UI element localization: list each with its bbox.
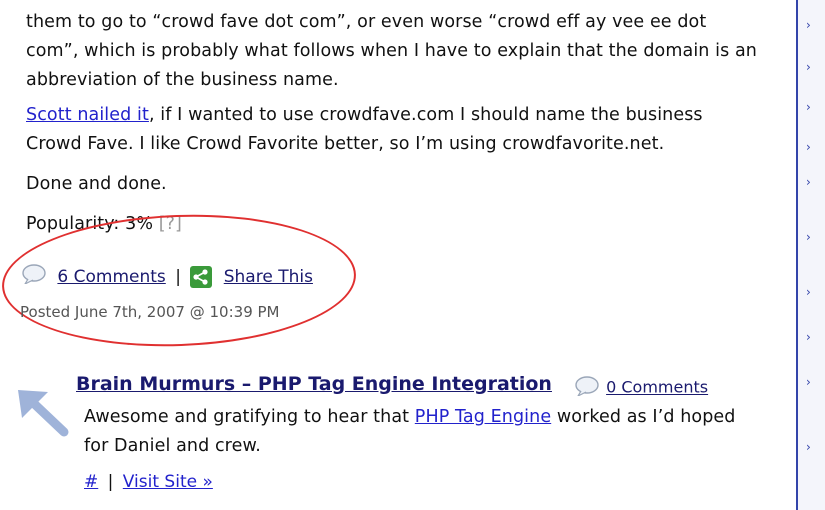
arrow-up-left-icon [14, 386, 70, 442]
share-this-link[interactable]: Share This [224, 267, 313, 287]
chevron-right-icon[interactable]: › [806, 60, 811, 74]
tumblelog-body-line-2: for Daniel and crew. [84, 436, 261, 456]
post-paragraph-2: Scott nailed it, if I wanted to use crow… [26, 101, 703, 159]
chevron-right-icon[interactable]: › [806, 230, 811, 244]
share-icon[interactable] [190, 265, 213, 288]
tumblelog-body-text: Awesome and gratifying to hear that PHP … [84, 403, 784, 461]
post-meta-row: 6 Comments | Share This [22, 264, 313, 289]
post-paragraph-1-line-3: abbreviation of the business name. [26, 70, 339, 90]
post-paragraph-1: them to go to “crowd fave dot com”, or e… [26, 8, 757, 95]
post-paragraph-1-line-1: them to go to “crowd fave dot com”, or e… [26, 12, 707, 32]
chevron-right-icon[interactable]: › [806, 100, 811, 114]
chevron-right-icon[interactable]: › [806, 175, 811, 189]
scott-nailed-it-link[interactable]: Scott nailed it [26, 105, 149, 125]
post-paragraph-2-line-2: Crowd Fave. I like Crowd Favorite better… [26, 134, 665, 154]
permalink[interactable]: # [84, 472, 98, 492]
tumblelog-title-link[interactable]: Brain Murmurs – PHP Tag Engine Integrati… [76, 373, 552, 395]
post-paragraph-1-line-2: com”, which is probably what follows whe… [26, 41, 757, 61]
chevron-right-icon[interactable]: › [806, 330, 811, 344]
tumblelog-item-title[interactable]: Brain Murmurs – PHP Tag Engine Integrati… [76, 373, 552, 395]
tumblelog-links: # | Visit Site » [84, 472, 213, 492]
visit-site-link[interactable]: Visit Site » [123, 472, 213, 492]
tumblelog-body: Awesome and gratifying to hear that PHP … [84, 403, 784, 461]
tumblelog-body-before: Awesome and gratifying to hear that [84, 407, 415, 427]
tumblelog-body-after: worked as I’d hoped [551, 407, 736, 427]
tumblelog-comments-link[interactable]: 0 Comments [606, 378, 708, 397]
speech-bubble-icon [22, 264, 48, 289]
post-paragraph-2-line-1: , if I wanted to use crowdfave.com I sho… [148, 105, 703, 125]
chevron-right-icon[interactable]: › [806, 375, 811, 389]
comments-link[interactable]: 6 Comments [57, 267, 165, 287]
post-paragraph-3: Done and done. [26, 174, 167, 194]
links-separator: | [107, 472, 114, 492]
posted-date: Posted June 7th, 2007 @ 10:39 PM [20, 303, 280, 321]
chevron-right-icon[interactable]: › [806, 140, 811, 154]
chevron-right-icon[interactable]: › [806, 285, 811, 299]
tumblelog-comments: 0 Comments [575, 376, 708, 400]
speech-bubble-icon [575, 376, 601, 400]
chevron-right-icon[interactable]: › [806, 440, 811, 454]
chevron-right-icon[interactable]: › [806, 18, 811, 32]
meta-separator: | [175, 266, 181, 287]
php-tag-engine-link[interactable]: PHP Tag Engine [415, 407, 551, 427]
right-rail: › › › › › › › › › › [798, 0, 825, 510]
